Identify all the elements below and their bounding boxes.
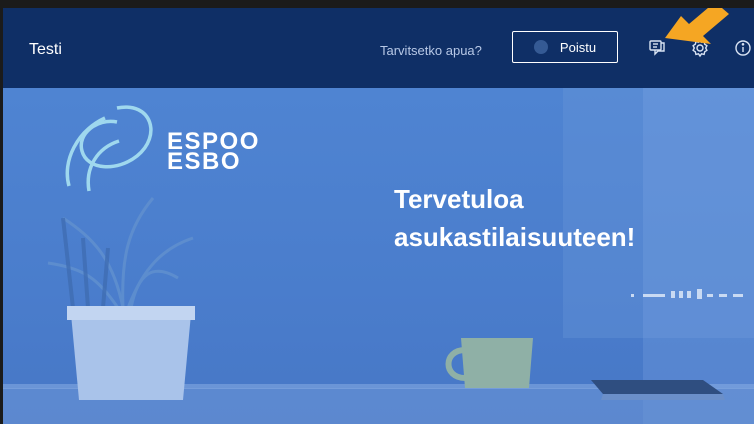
headline-line-1: Tervetuloa: [394, 184, 524, 214]
headline-line-2: asukastilaisuuteen!: [394, 222, 636, 252]
info-icon[interactable]: [731, 36, 754, 60]
leave-button-label: Poistu: [559, 39, 597, 55]
meeting-window: Testi Tarvitsetko apua? Poistu ESPOO ESB…: [3, 8, 754, 424]
welcome-headline: Tervetuloa asukastilaisuuteen!: [394, 180, 635, 256]
logo-line-esbo: ESBO: [167, 148, 242, 175]
slide-area: ESPOO ESBO Tervetuloa asukastilaisuuteen…: [3, 88, 754, 424]
pointer-arrow-icon: [665, 8, 729, 44]
leave-indicator-icon: [533, 40, 548, 54]
help-link[interactable]: Tarvitsetko apua?: [380, 43, 482, 58]
title-bar: Testi Tarvitsetko apua? Poistu: [3, 8, 754, 88]
espoo-logo-text: ESPOO ESBO: [167, 130, 260, 175]
leave-button[interactable]: Poistu: [512, 31, 618, 63]
window-title: Testi: [29, 41, 62, 58]
espoo-logo-icon: [65, 105, 153, 192]
